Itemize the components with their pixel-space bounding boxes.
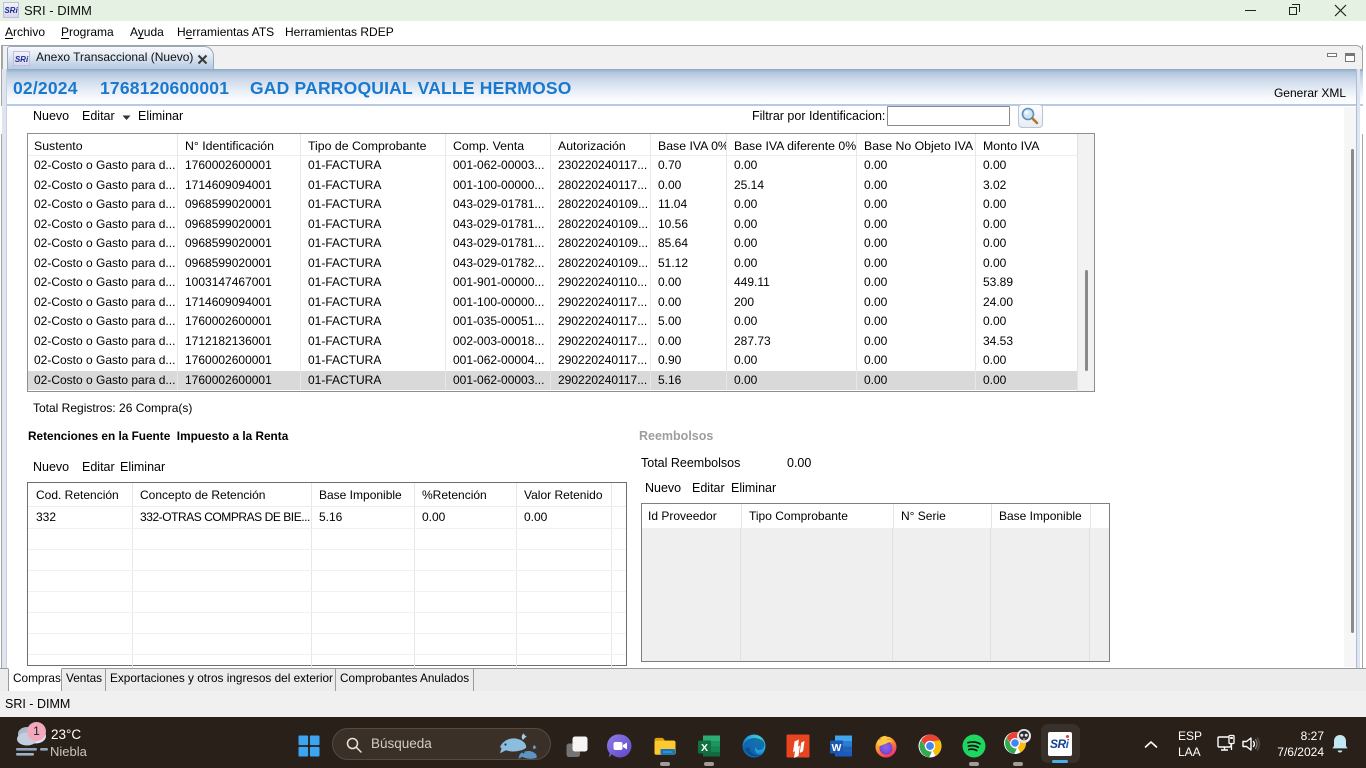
svg-text:X: X <box>701 742 708 754</box>
svg-text:W: W <box>832 742 842 754</box>
